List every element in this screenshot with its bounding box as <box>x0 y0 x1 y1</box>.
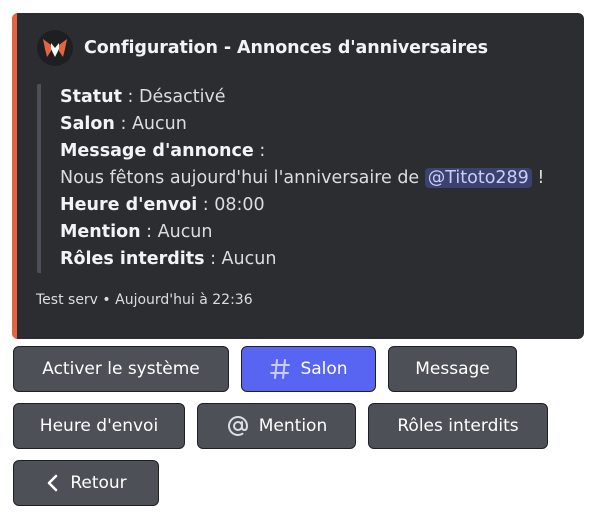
embed-card: Configuration - Annonces d'anniversaires… <box>12 13 584 339</box>
mention-button[interactable]: Mention <box>197 403 356 449</box>
message-end: ! <box>531 168 545 188</box>
field-label: Salon <box>60 114 115 134</box>
salon-button[interactable]: Salon <box>241 346 376 392</box>
button-label: Message <box>415 359 490 379</box>
field-statut: Statut : Désactivé <box>60 84 584 111</box>
button-label: Mention <box>258 416 328 436</box>
message-button[interactable]: Message <box>388 346 517 392</box>
field-label: Mention <box>60 222 141 242</box>
field-message: Message d'annonce : <box>60 138 584 165</box>
hashtag-icon <box>269 358 291 380</box>
field-separator: : <box>121 87 139 107</box>
field-separator: : <box>197 195 215 215</box>
field-separator: : <box>114 114 132 134</box>
field-separator: : <box>140 222 158 242</box>
roles-interdits-button[interactable]: Rôles interdits <box>368 403 548 449</box>
chevron-left-icon <box>45 473 61 493</box>
field-label: Rôles interdits <box>60 249 205 269</box>
field-separator: : <box>204 249 222 269</box>
embed-quote-block: Statut : Désactivé Salon : Aucun Message… <box>37 84 584 273</box>
field-label: Heure d'envoi <box>60 195 198 215</box>
field-label: Message d'annonce <box>60 141 254 161</box>
retour-button[interactable]: Retour <box>13 460 159 506</box>
field-value: Aucun <box>221 249 277 269</box>
embed-accent-bar <box>12 13 17 339</box>
field-value: Aucun <box>131 114 187 134</box>
button-label: Heure d'envoi <box>39 416 159 436</box>
heure-envoi-button[interactable]: Heure d'envoi <box>13 403 185 449</box>
button-label: Rôles interdits <box>397 416 519 436</box>
field-roles: Rôles interdits : Aucun <box>60 246 584 273</box>
message-preview: Nous fêtons aujourd'hui l'anniversaire d… <box>60 165 584 192</box>
message-text: Nous fêtons aujourd'hui l'anniversaire d… <box>60 168 425 188</box>
embed-author: Configuration - Annonces d'anniversaires <box>37 30 488 66</box>
at-icon <box>226 414 250 438</box>
field-separator: : <box>253 141 266 161</box>
field-mention: Mention : Aucun <box>60 219 584 246</box>
activate-system-button[interactable]: Activer le système <box>13 346 229 392</box>
field-label: Statut <box>60 87 122 107</box>
field-value: Aucun <box>157 222 213 242</box>
field-value: 08:00 <box>214 195 265 215</box>
field-salon: Salon : Aucun <box>60 111 584 138</box>
button-label: Retour <box>70 473 127 493</box>
button-label: Salon <box>300 359 348 379</box>
user-mention[interactable]: @Titoto289 <box>424 168 532 188</box>
field-value: Désactivé <box>139 87 226 107</box>
embed-footer: Test serv • Aujourd'hui à 22:36 <box>36 292 253 308</box>
embed-title: Configuration - Annonces d'anniversaires <box>84 38 489 58</box>
field-heure: Heure d'envoi : 08:00 <box>60 192 584 219</box>
button-label: Activer le système <box>42 359 200 379</box>
bot-avatar-icon <box>37 30 73 66</box>
